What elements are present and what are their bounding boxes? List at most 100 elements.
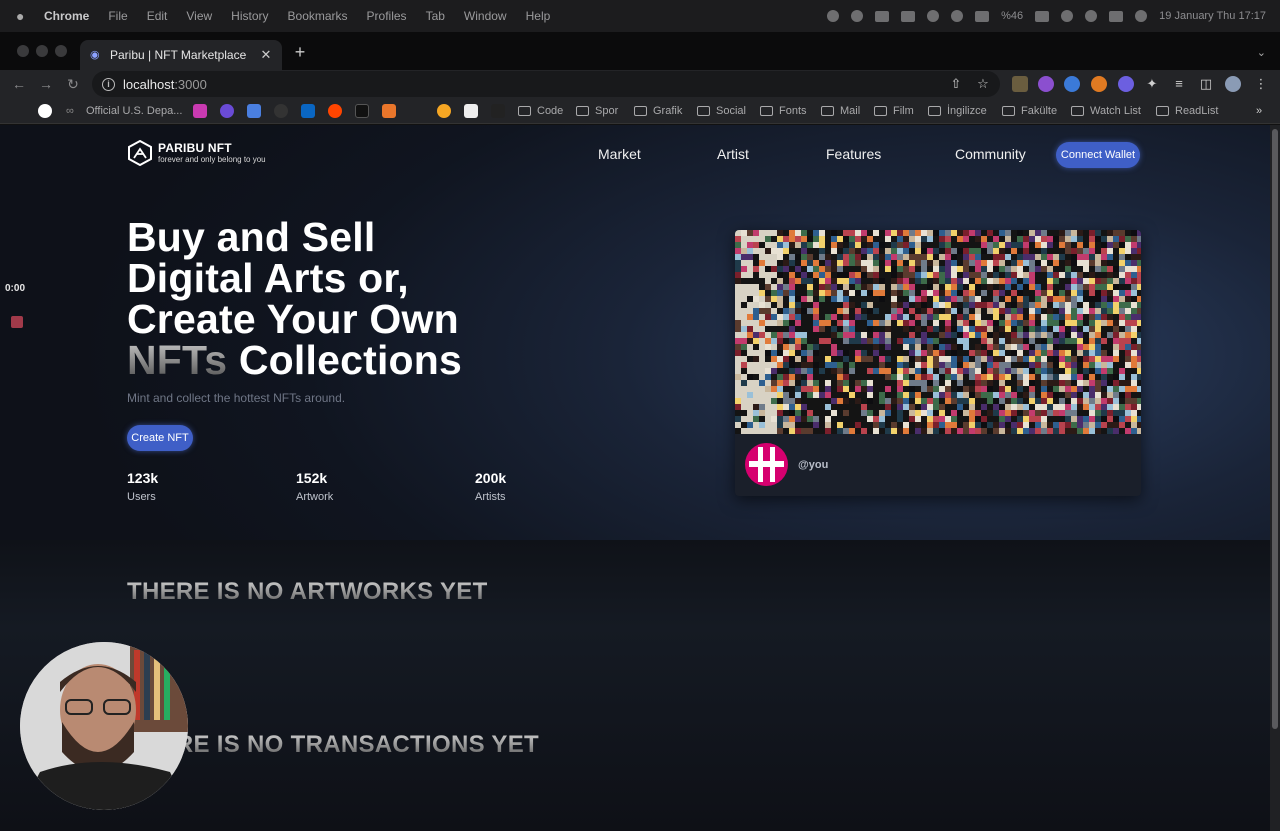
macos-menu-bar: ● Chrome File Edit View History Bookmark…: [0, 0, 1280, 32]
nav-community[interactable]: Community: [955, 146, 1026, 162]
bookmark-folder-social[interactable]: Social: [697, 103, 746, 119]
chrome-menu-icon[interactable]: ⋮: [1253, 76, 1269, 92]
extension-purple-icon[interactable]: [1038, 76, 1054, 92]
nav-features[interactable]: Features: [826, 146, 881, 162]
bookmark-official-us[interactable]: ∞ Official U.S. Depa...: [66, 103, 182, 119]
create-nft-button[interactable]: Create NFT: [127, 425, 193, 451]
bookmark-favicon-icon[interactable]: [355, 104, 369, 118]
nav-artist[interactable]: Artist: [717, 146, 749, 162]
tab-paribu[interactable]: ◉ Paribu | NFT Marketplace ✕: [80, 40, 282, 70]
wifi-icon[interactable]: [1061, 10, 1074, 22]
clock[interactable]: 19 January Thu 17:17: [1159, 10, 1266, 22]
window-close-button[interactable]: [17, 45, 29, 57]
extension-pencil-icon[interactable]: [1012, 76, 1028, 92]
no-transactions-heading: THERE IS NO TRANSACTIONS YET: [127, 731, 539, 758]
folder-icon: [576, 106, 589, 116]
screen-status-icon[interactable]: [875, 10, 890, 22]
translate-bookmark-icon[interactable]: [247, 104, 261, 118]
window-zoom-button[interactable]: [55, 45, 67, 57]
menu-window[interactable]: Window: [464, 9, 507, 23]
nav-market[interactable]: Market: [598, 146, 641, 162]
link-icon: ∞: [66, 105, 74, 117]
menu-file[interactable]: File: [108, 9, 127, 23]
reading-list-icon[interactable]: ≡: [1171, 76, 1187, 92]
bluetooth-icon[interactable]: [927, 10, 940, 22]
new-tab-icon[interactable]: +: [292, 43, 308, 61]
record-stop-icon[interactable]: [11, 316, 23, 328]
play-status-icon[interactable]: [951, 10, 964, 22]
spotlight-search-icon[interactable]: [1085, 10, 1098, 22]
extension-blue-icon[interactable]: [1064, 76, 1080, 92]
siri-icon[interactable]: [1135, 10, 1148, 22]
bookmark-folder-readlist[interactable]: ReadList: [1156, 103, 1218, 119]
reload-icon[interactable]: ↻: [64, 75, 82, 93]
menu-view[interactable]: View: [186, 9, 212, 23]
extensions-puzzle-icon[interactable]: ✦: [1144, 76, 1160, 92]
tab-close-icon[interactable]: ✕: [258, 47, 274, 63]
site-logo[interactable]: PARIBU NFT forever and only belong to yo…: [128, 140, 266, 166]
forward-icon[interactable]: →: [37, 75, 55, 93]
menu-history[interactable]: History: [231, 9, 268, 23]
bookmark-favicon-icon[interactable]: [491, 104, 505, 118]
metamask-extension-icon[interactable]: [1091, 76, 1107, 92]
creator-avatar[interactable]: [745, 443, 788, 486]
nft-artwork-image[interactable]: [735, 230, 1141, 434]
brand-name: PARIBU NFT: [158, 141, 232, 155]
bookmark-favicon-icon[interactable]: [274, 104, 288, 118]
page-scrollbar[interactable]: [1270, 125, 1280, 831]
menu-bookmarks[interactable]: Bookmarks: [288, 9, 348, 23]
bookmark-label: Grafik: [653, 105, 683, 117]
address-bar[interactable]: i localhost:3000: [92, 71, 1000, 97]
bookmark-folder-watch-list[interactable]: Watch List: [1071, 103, 1141, 119]
tab-search-chevron-icon[interactable]: ⌄: [1257, 46, 1266, 59]
stat-label: Artwork: [296, 491, 334, 503]
google-bookmark-icon[interactable]: [38, 104, 52, 118]
bookmark-favicon-icon[interactable]: [193, 104, 207, 118]
menu-help[interactable]: Help: [526, 9, 551, 23]
hero-line-3: Create Your Own: [127, 296, 459, 342]
bookmark-folder-spor[interactable]: Spor: [576, 103, 618, 119]
display-status-icon[interactable]: [901, 10, 916, 22]
recording-timer: 0:00: [5, 283, 26, 294]
menu-app-chrome[interactable]: Chrome: [44, 9, 89, 23]
side-panel-icon[interactable]: ◫: [1198, 76, 1214, 92]
site-info-icon[interactable]: i: [102, 77, 115, 91]
bookmarks-overflow-icon[interactable]: »: [1256, 103, 1262, 119]
share-icon[interactable]: ⇧: [948, 76, 964, 92]
bookmark-folder-mail[interactable]: Mail: [821, 103, 860, 119]
bookmark-star-icon[interactable]: ☆: [975, 76, 991, 92]
apple-menu-icon[interactable]: ●: [16, 9, 30, 23]
extension-gear-icon[interactable]: [1118, 76, 1134, 92]
menu-edit[interactable]: Edit: [147, 9, 168, 23]
reddit-bookmark-icon[interactable]: [328, 104, 342, 118]
bookmark-favicon-icon[interactable]: [464, 104, 478, 118]
bookmark-folder-fonts[interactable]: Fonts: [760, 103, 807, 119]
control-center-icon[interactable]: [1109, 10, 1124, 22]
bookmark-folder-code[interactable]: Code: [518, 103, 563, 119]
scrollbar-thumb[interactable]: [1272, 129, 1278, 729]
menu-profiles[interactable]: Profiles: [367, 9, 407, 23]
battery-icon[interactable]: [1035, 10, 1050, 22]
back-icon[interactable]: ←: [10, 75, 28, 93]
bookmark-favicon-icon[interactable]: [437, 104, 451, 118]
bookmark-favicon-icon[interactable]: [382, 104, 396, 118]
bookmark-folder-fakulte[interactable]: Fakülte: [1002, 103, 1057, 119]
linkedin-bookmark-icon[interactable]: [301, 104, 315, 118]
bookmark-favicon-icon[interactable]: [220, 104, 234, 118]
brightness-status-icon[interactable]: [827, 10, 840, 22]
volume-icon[interactable]: [975, 10, 990, 22]
bookmark-folder-grafik[interactable]: Grafik: [634, 103, 682, 119]
folder-icon: [1156, 106, 1169, 116]
bookmark-label: Social: [716, 105, 746, 117]
presenter-image: [20, 642, 188, 810]
profile-avatar-icon[interactable]: [1225, 76, 1241, 92]
window-minimize-button[interactable]: [36, 45, 48, 57]
featured-nft-card[interactable]: @you: [735, 230, 1141, 496]
bookmark-folder-ingilizce[interactable]: İngilizce: [928, 103, 987, 119]
menu-tab[interactable]: Tab: [426, 9, 445, 23]
connect-wallet-button[interactable]: Connect Wallet: [1056, 142, 1140, 168]
cloud-status-icon[interactable]: [851, 10, 864, 22]
stat-value: 200k: [475, 470, 507, 486]
bookmark-folder-film[interactable]: Film: [874, 103, 914, 119]
creator-handle[interactable]: @you: [798, 459, 828, 471]
